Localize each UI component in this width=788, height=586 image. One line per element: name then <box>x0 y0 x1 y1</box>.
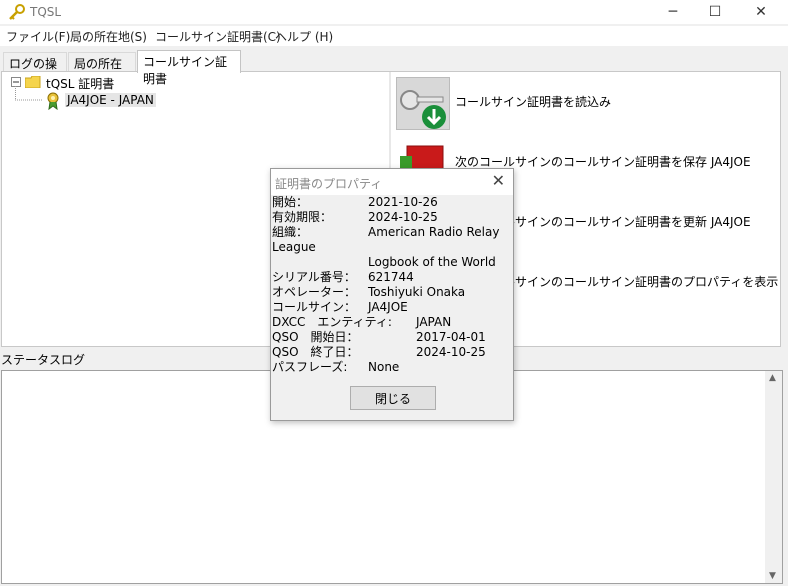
prop-org-value-2: Logbook of the World <box>368 255 496 269</box>
maximize-button[interactable]: ☐ <box>692 0 738 24</box>
prop-expiry-label: 有効期限： <box>272 210 333 224</box>
minimize-button[interactable]: ─ <box>650 0 696 24</box>
window-title: TQSL <box>30 5 62 19</box>
tab-log-operations[interactable]: ログの操作 <box>3 52 67 88</box>
tree-item-ja4joe-japan[interactable]: JA4JOE - JAPAN <box>65 93 156 107</box>
scroll-down-icon[interactable]: ▼ <box>769 571 776 581</box>
key-icon <box>8 4 26 20</box>
prop-org-continued: League <box>272 240 316 254</box>
prop-callsign-label: コールサイン： <box>272 300 357 314</box>
dialog-close-button[interactable]: 閉じる <box>350 386 436 410</box>
title-bar: TQSL ─ ☐ ✕ <box>0 0 788 24</box>
dialog-title-bar: 証明書のプロパティ ✕ <box>271 169 513 195</box>
scroll-up-icon[interactable]: ▲ <box>769 373 776 383</box>
certificate-properties-dialog: 証明書のプロパティ ✕ 開始： 2021-10-26 有効期限： 2024-10… <box>270 168 514 421</box>
prop-callsign-value: JA4JOE <box>368 300 408 314</box>
menu-station-location[interactable]: 局の所在地(S) <box>70 28 147 45</box>
menu-file[interactable]: ファイル(F) <box>6 28 70 45</box>
tab-station-locations[interactable]: 局の所在地 <box>68 52 136 88</box>
prop-start-label: 開始： <box>272 195 309 209</box>
certificate-icon <box>45 92 61 113</box>
prop-serial-value: 621744 <box>368 270 414 284</box>
menu-help[interactable]: ヘルプ (H) <box>275 28 333 45</box>
status-log-label: ステータスログ <box>1 353 86 367</box>
menu-callsign-certificate[interactable]: コールサイン証明書(C) <box>155 28 281 45</box>
tab-bar: ログの操作 局の所在地 コールサイン証明書 <box>0 50 788 88</box>
prop-operator-label: オペレーター： <box>272 285 357 299</box>
tree-root-label[interactable]: tQSL 証明書 <box>46 75 114 92</box>
dialog-title: 証明書のプロパティ <box>275 177 383 191</box>
action-load-certificate[interactable]: コールサイン証明書を読込み <box>395 74 775 130</box>
prop-operator-value: Toshiyuki Onaka <box>368 285 466 299</box>
prop-dxcc-label: DXCC エンティティ: <box>272 315 392 329</box>
status-log-scrollbar[interactable]: ▲ ▼ <box>765 371 782 583</box>
prop-serial-label: シリアル番号： <box>272 270 356 284</box>
action-load-certificate-label: コールサイン証明書を読込み <box>455 95 612 109</box>
close-window-button[interactable]: ✕ <box>738 0 784 24</box>
prop-expiry-value: 2024-10-25 <box>368 210 438 224</box>
prop-passphrase-label: パスフレーズ: <box>272 360 348 374</box>
prop-qso-start-label: QSO 開始日： <box>272 330 359 344</box>
prop-passphrase-value: None <box>368 360 400 374</box>
prop-qso-start-value: 2017-04-01 <box>416 330 486 344</box>
menu-bar: ファイル(F) 局の所在地(S) コールサイン証明書(C) ヘルプ (H) <box>0 26 788 46</box>
load-certificate-icon <box>396 77 450 130</box>
prop-qso-end-value: 2024-10-25 <box>416 345 486 359</box>
prop-qso-end-label: QSO 終了日： <box>272 345 359 359</box>
prop-start-value: 2021-10-26 <box>368 195 438 209</box>
tree-connector <box>15 86 43 101</box>
prop-dxcc-value: JAPAN <box>416 315 452 329</box>
tab-callsign-certificates[interactable]: コールサイン証明書 <box>137 50 241 86</box>
prop-org-value: American Radio Relay <box>368 225 500 239</box>
prop-org-label: 組織： <box>272 225 309 239</box>
dialog-close-icon[interactable]: ✕ <box>492 171 505 190</box>
tqsl-window: TQSL ─ ☐ ✕ ファイル(F) 局の所在地(S) コールサイン証明書(C)… <box>0 0 788 586</box>
